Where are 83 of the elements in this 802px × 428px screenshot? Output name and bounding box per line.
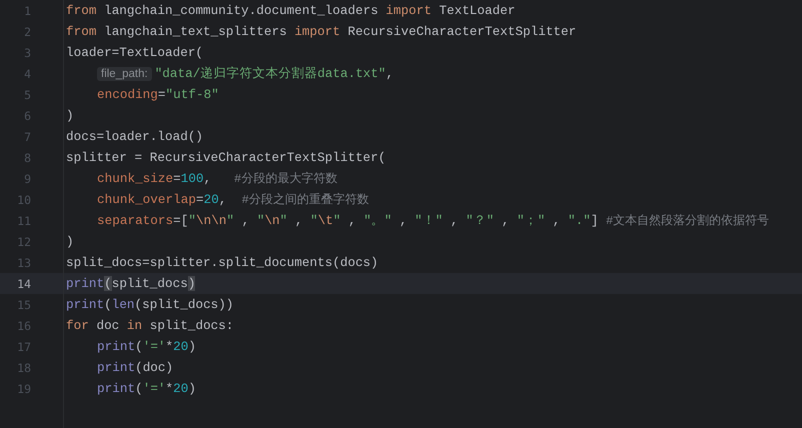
code-comment: #分段之间的重叠字符数 (242, 192, 369, 208)
string-literal: '=' (142, 339, 166, 354)
code-comment: #分段的最大字符数 (234, 170, 338, 187)
argument-name: encoding (97, 87, 158, 102)
string-literal: "！" (414, 212, 443, 229)
code-text: = (173, 171, 181, 186)
string-literal: " (310, 213, 318, 228)
code-keyword: in (126, 318, 142, 333)
argument-name: chunk_size (97, 171, 174, 186)
code-text: ( (135, 339, 143, 354)
code-text: ) (66, 108, 74, 123)
code-keyword: import (386, 3, 432, 18)
code-keyword: from (66, 3, 96, 18)
code-text: , (204, 171, 212, 186)
number-literal: 20 (204, 192, 219, 207)
code-editor[interactable] (0, 0, 802, 428)
matched-bracket: ( (104, 276, 112, 291)
code-keyword: import (294, 24, 340, 39)
code-text: split_docs (112, 276, 188, 291)
code-text: doc (95, 318, 120, 333)
code-text: , (347, 213, 357, 228)
code-text: (split_docs)) (134, 297, 234, 312)
code-text: TextLoader (438, 3, 516, 18)
code-text: , (218, 192, 228, 207)
number-literal: 100 (180, 171, 204, 186)
number-literal: 20 (173, 381, 188, 396)
string-literal: "data/递归字符文本分割器data.txt" (154, 65, 386, 82)
argument-name: chunk_overlap (97, 192, 196, 207)
builtin-function: print (97, 381, 136, 396)
code-text: , (500, 213, 510, 228)
code-text: , (240, 213, 250, 228)
code-text: split_docs=splitter.split_documents(docs) (66, 255, 378, 270)
string-literal: "." (568, 213, 591, 228)
code-text: ] (590, 213, 600, 228)
builtin-function: print (97, 360, 136, 375)
string-literal: "？" (466, 212, 494, 229)
code-text: langchain_community.document_loaders (103, 3, 380, 18)
code-text: ) (188, 339, 196, 354)
string-literal: "utf-8" (166, 87, 219, 102)
parameter-hint: file_path: (97, 66, 152, 80)
matched-bracket: ) (188, 276, 196, 291)
code-text: split_docs: (148, 318, 234, 333)
string-literal: " (256, 213, 265, 228)
string-literal: '=' (142, 381, 166, 396)
code-text: , (450, 213, 460, 228)
code-keyword: for (66, 318, 89, 333)
code-text: ( (104, 297, 112, 312)
string-literal: " (226, 213, 234, 228)
code-text: = (158, 87, 166, 102)
argument-name: separators (97, 213, 174, 228)
code-text: , (294, 213, 304, 228)
builtin-function: print (97, 339, 136, 354)
string-literal: " (280, 213, 288, 228)
string-literal: " (188, 213, 196, 228)
code-keyword: from (66, 24, 96, 39)
code-text: =[ (173, 213, 188, 228)
code-text: loader=TextLoader( (66, 45, 204, 60)
builtin-function: len (112, 297, 135, 312)
builtin-function: print (66, 276, 104, 291)
code-text: ) (188, 381, 196, 396)
code-text: ( (135, 381, 143, 396)
escape-sequence: \n\n (196, 213, 226, 228)
string-literal: " (333, 213, 341, 228)
number-literal: 20 (173, 339, 188, 354)
code-text: * (166, 339, 174, 354)
code-text: , (552, 213, 562, 228)
code-text: splitter = RecursiveCharacterTextSplitter( (66, 150, 386, 165)
string-literal: "。" (364, 212, 392, 229)
code-text: (doc) (135, 360, 174, 375)
code-text: * (166, 381, 174, 396)
builtin-function: print (66, 297, 104, 312)
code-text: , (398, 213, 408, 228)
code-comment: #文本自然段落分割的依据符号 (606, 213, 770, 229)
code-text: RecursiveCharacterTextSplitter (346, 24, 576, 39)
code-text: ) (66, 234, 74, 249)
code-text: langchain_text_splitters (103, 24, 288, 39)
code-text: = (196, 192, 204, 207)
string-literal: "；" (516, 212, 546, 229)
escape-sequence: \t (318, 213, 334, 228)
code-text: , (386, 66, 394, 81)
escape-sequence: \n (264, 213, 280, 228)
line-number: 14 (17, 276, 31, 290)
code-text: docs=loader.load() (66, 129, 204, 144)
